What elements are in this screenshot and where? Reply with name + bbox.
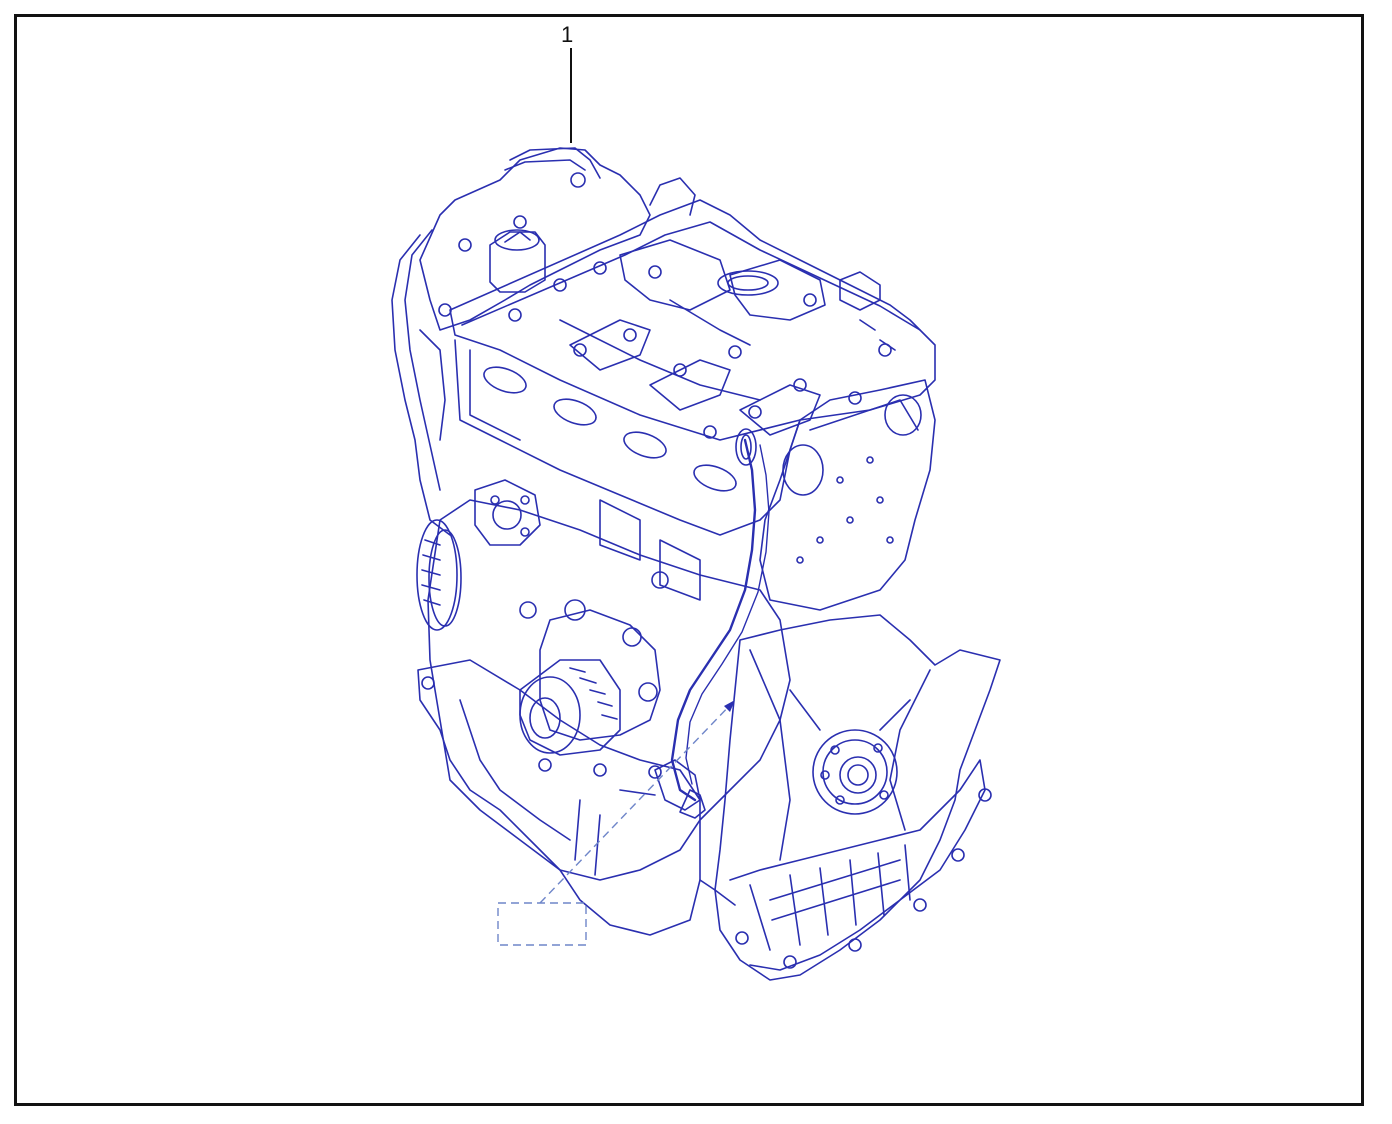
engine-assembly-icon xyxy=(391,147,1001,981)
engine-diagram xyxy=(391,48,1001,981)
